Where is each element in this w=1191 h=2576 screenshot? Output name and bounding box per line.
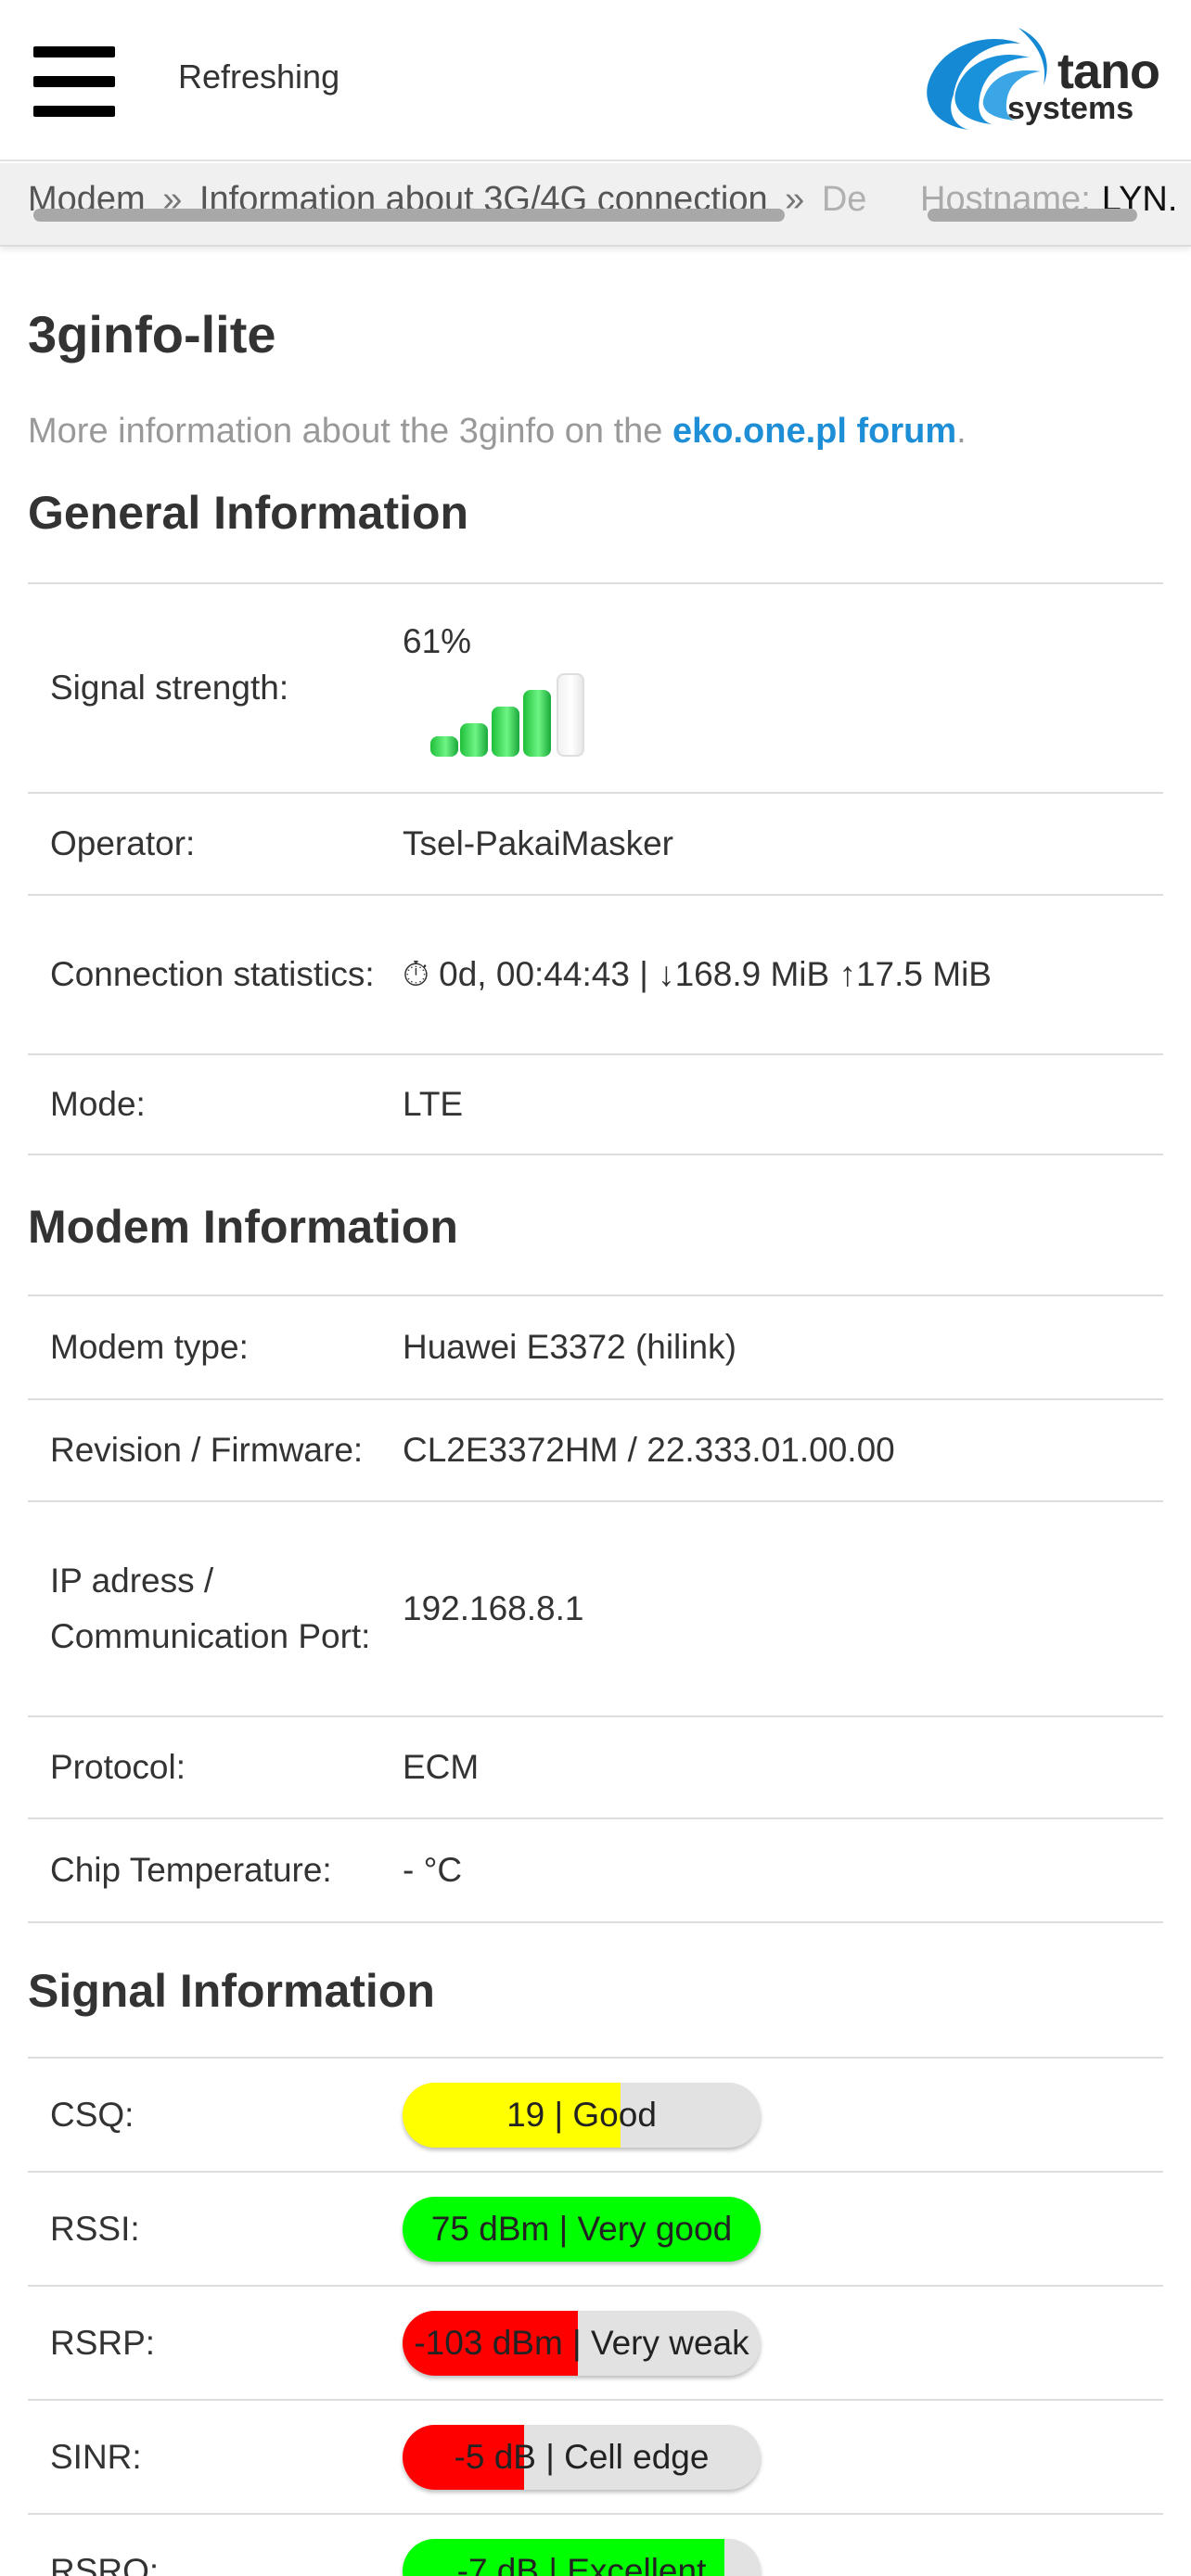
table-row: IP adress / Communication Port: 192.168.… — [28, 1501, 1163, 1717]
sinr-label: SINR: — [28, 2400, 403, 2515]
modem-section-title: Modem Information — [28, 1201, 458, 1253]
mode-label: Mode: — [28, 1054, 403, 1155]
chip-temp-value: - °C — [403, 1818, 1163, 1923]
download-arrow-icon: ↓ — [658, 955, 675, 993]
csq-label: CSQ: — [28, 2058, 403, 2173]
ip-address-label: IP adress / Communication Port: — [28, 1501, 403, 1717]
firmware-value: CL2E3372HM / 22.333.01.00.00 — [403, 1399, 1163, 1502]
sinr-meter: -5 dB | Cell edge — [403, 2424, 761, 2490]
intro-text: More information about the 3ginfo on the… — [28, 412, 967, 452]
table-row: RSRQ: -7 dB | Excellent — [28, 2514, 1163, 2576]
signal-strength-value: 61% — [403, 622, 472, 660]
page-title: 3ginfo-lite — [28, 305, 276, 363]
sinr-value: -5 dB | Cell edge — [454, 2437, 710, 2476]
connection-stats-label: Connection statistics: — [28, 895, 403, 1055]
ip-address-value: 192.168.8.1 — [403, 1501, 1163, 1717]
forum-link[interactable]: eko.one.pl forum — [672, 412, 956, 451]
general-section-title: General Information — [28, 487, 469, 539]
protocol-label: Protocol: — [28, 1716, 403, 1819]
menu-icon[interactable] — [33, 46, 115, 117]
table-row: CSQ: 19 | Good — [28, 2058, 1163, 2173]
rsrq-label: RSRQ: — [28, 2514, 403, 2576]
intro-lead: More information about the 3ginfo on the — [28, 412, 673, 451]
signal-bar-5 — [557, 673, 584, 757]
mode-value: LTE — [403, 1054, 1163, 1155]
table-row: Signal strength: 61% — [28, 583, 1163, 794]
connection-stats-value: ⏱ 0d, 00:44:43 | ↓168.9 MiB ↑17.5 MiB — [403, 895, 1163, 1055]
top-header: Refreshing tano systems — [0, 0, 1191, 161]
connection-time: 0d, 00:44:43 — [439, 955, 630, 993]
hostname-scrollbar[interactable] — [928, 209, 1137, 222]
rsrp-label: RSRP: — [28, 2286, 403, 2401]
upload-arrow-icon: ↑ — [839, 955, 856, 993]
signal-strength-cell: 61% — [403, 583, 1163, 794]
intro-end: . — [956, 412, 967, 451]
signal-strength-label: Signal strength: — [28, 583, 403, 794]
table-row: Connection statistics: ⏱ 0d, 00:44:43 | … — [28, 895, 1163, 1055]
operator-label: Operator: — [28, 793, 403, 896]
table-row: Revision / Firmware: CL2E3372HM / 22.333… — [28, 1399, 1163, 1502]
table-row: Chip Temperature: - °C — [28, 1818, 1163, 1923]
chip-temp-label: Chip Temperature: — [28, 1818, 403, 1923]
signal-section-title: Signal Information — [28, 1965, 435, 2017]
signal-table: CSQ: 19 | Good RSSI: 75 dBm | Very good … — [28, 2057, 1163, 2576]
table-row: Operator: Tsel-PakaiMasker — [28, 793, 1163, 896]
rssi-label: RSSI: — [28, 2172, 403, 2287]
rsrp-meter: -103 dBm | Very weak — [403, 2310, 761, 2376]
breadcrumb-item-current[interactable]: De — [822, 180, 867, 219]
csq-value: 19 | Good — [506, 2095, 657, 2134]
table-row: SINR: -5 dB | Cell edge — [28, 2400, 1163, 2515]
download-amount: 168.9 MiB — [674, 955, 830, 993]
signal-bar-4 — [523, 690, 551, 757]
breadcrumb-separator: » — [785, 180, 805, 219]
table-row: Protocol: ECM — [28, 1716, 1163, 1819]
stopwatch-icon: ⏱ — [403, 955, 429, 993]
rsrq-value: -7 dB | Excellent — [456, 2551, 707, 2576]
tano-systems-logo[interactable]: tano systems — [918, 20, 1169, 141]
csq-meter: 19 | Good — [403, 2082, 761, 2148]
signal-bars — [403, 673, 1163, 762]
table-row: RSRP: -103 dBm | Very weak — [28, 2286, 1163, 2401]
operator-value: Tsel-PakaiMasker — [403, 793, 1163, 896]
upload-amount: 17.5 MiB — [855, 955, 992, 993]
rssi-value: 75 dBm | Very good — [430, 2209, 733, 2248]
protocol-value: ECM — [403, 1716, 1163, 1819]
refresh-status: Refreshing — [178, 57, 340, 96]
firmware-label: Revision / Firmware: — [28, 1399, 403, 1502]
signal-bar-1 — [430, 736, 458, 757]
breadcrumb-scrollbar[interactable] — [33, 209, 785, 222]
breadcrumb-bar: Modem » Information about 3G/4G connecti… — [0, 163, 1191, 247]
modem-type-label: Modem type: — [28, 1295, 403, 1400]
rssi-meter: 75 dBm | Very good — [403, 2196, 761, 2262]
logo-word-systems: systems — [1007, 91, 1134, 126]
logo-word-tano: tano — [1057, 44, 1160, 99]
general-table: Signal strength: 61% Operator: Tsel-Paka… — [28, 582, 1163, 1155]
table-row: RSSI: 75 dBm | Very good — [28, 2172, 1163, 2287]
modem-table: Modem type: Huawei E3372 (hilink) Revisi… — [28, 1294, 1163, 1923]
rsrp-value: -103 dBm | Very weak — [414, 2323, 749, 2362]
rsrq-meter: -7 dB | Excellent — [403, 2538, 761, 2576]
table-row: Modem type: Huawei E3372 (hilink) — [28, 1295, 1163, 1400]
signal-bar-2 — [460, 723, 488, 757]
signal-bar-3 — [492, 707, 519, 757]
table-row: Mode: LTE — [28, 1054, 1163, 1155]
stats-separator: | — [639, 955, 648, 993]
modem-type-value: Huawei E3372 (hilink) — [403, 1295, 1163, 1400]
